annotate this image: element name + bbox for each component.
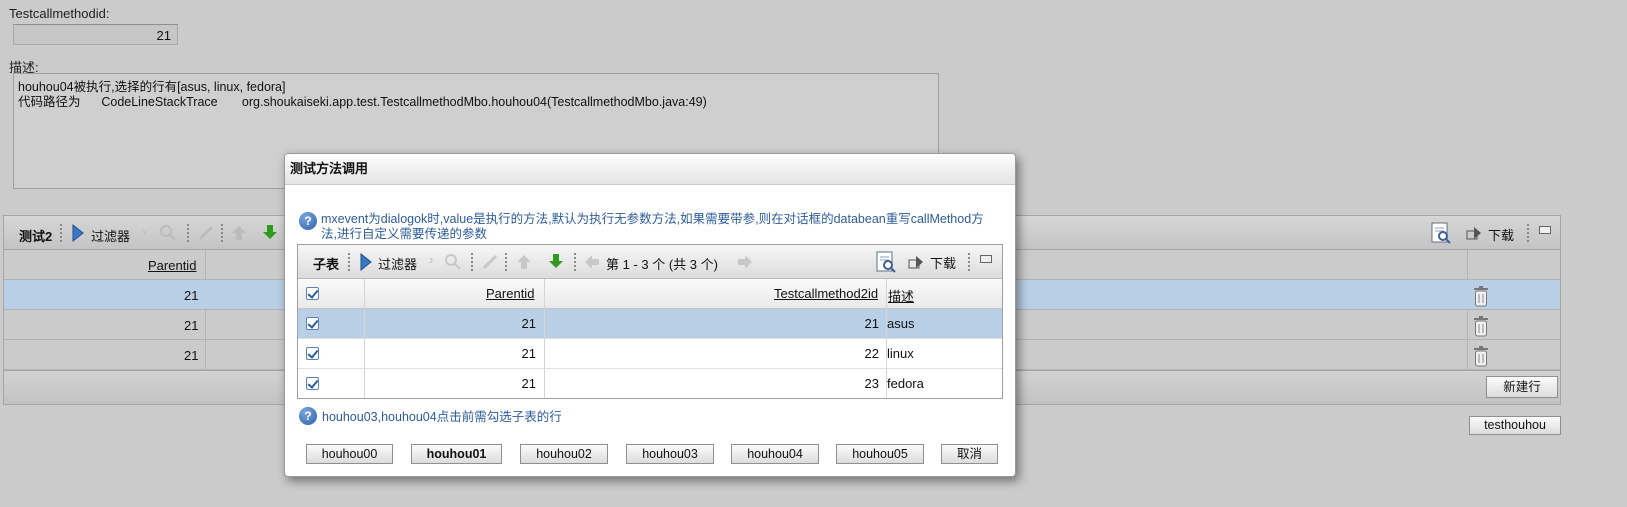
chevron-right-icon: › (429, 252, 434, 267)
download-icon[interactable] (908, 254, 924, 273)
arrow-up-icon (515, 253, 533, 274)
column-header-parentid[interactable]: Parentid (486, 286, 534, 301)
chevron-right-icon: › (142, 224, 147, 239)
background-table-title: 测试2 (19, 229, 53, 244)
table-row[interactable]: 21 23 fedora (298, 369, 1002, 399)
testhouhou-button[interactable]: testhouhou (1469, 416, 1561, 435)
search-icon (444, 253, 462, 274)
download-button[interactable]: 下载 (1488, 225, 1514, 244)
table-row[interactable]: 21 21 asus (298, 309, 1002, 339)
new-row-button[interactable]: 新建行 (1486, 376, 1558, 398)
paging-info: 第 1 - 3 个 (共 3 个) (606, 257, 718, 272)
houhou05-button[interactable]: houhou05 (836, 444, 924, 464)
export-icon[interactable] (874, 250, 898, 277)
testcallmethodid-field[interactable]: 21 (13, 24, 178, 45)
row-parentid: 21 (184, 288, 199, 303)
select-all-checkbox[interactable] (306, 287, 319, 300)
download-button[interactable]: 下载 (930, 253, 956, 272)
houhou04-button[interactable]: houhou04 (731, 444, 819, 464)
houhou03-button[interactable]: houhou03 (626, 444, 714, 464)
help-icon: ? (299, 212, 317, 230)
testcallmethodid-label: Testcallmethodid: (9, 6, 110, 21)
filter-icon[interactable] (360, 252, 372, 274)
previous-page-icon (583, 253, 601, 274)
filter-button[interactable]: 过滤器 (91, 226, 130, 245)
filter-button[interactable]: 过滤器 (378, 254, 417, 273)
table-row[interactable]: 21 22 linux (298, 339, 1002, 369)
delete-row-icon[interactable] (1472, 315, 1490, 337)
row-description: linux (887, 346, 914, 361)
row-testcallmethod2id: 21 (864, 316, 879, 331)
dialog-note: houhou03,houhou04点击前需勾选子表的行 (322, 410, 562, 424)
houhou02-button[interactable]: houhou02 (520, 444, 608, 464)
column-header-parentid[interactable]: Parentid (148, 258, 196, 273)
test-method-dialog: 测试方法调用 ? mxevent为dialogok时,value是执行的方法,默… (284, 153, 1016, 477)
child-table: 子表 过滤器 › 第 1 - 3 个 (共 3 个) 下载 Parentid T… (297, 244, 1003, 399)
child-table-title: 子表 (313, 257, 340, 272)
download-icon[interactable] (1466, 225, 1482, 244)
cancel-button[interactable]: 取消 (941, 444, 998, 464)
column-header-testcallmethod2id[interactable]: Testcallmethod2id (774, 286, 878, 301)
row-description: fedora (887, 376, 924, 391)
next-page-icon (736, 253, 754, 274)
arrow-up-icon (230, 224, 248, 245)
description-line-2: 代码路径为 CodeLineStackTrace org.shoukaiseki… (18, 95, 707, 109)
edit-icon (481, 253, 499, 274)
minimize-icon[interactable] (980, 255, 992, 263)
column-header-description[interactable]: 描述 (888, 286, 914, 305)
help-icon: ? (299, 407, 317, 425)
filter-icon[interactable] (72, 223, 84, 245)
arrow-down-icon[interactable] (547, 252, 565, 273)
houhou01-button[interactable]: houhou01 (411, 444, 502, 464)
delete-row-icon[interactable] (1472, 285, 1490, 307)
child-table-header: Parentid Testcallmethod2id 描述 (298, 279, 1002, 309)
row-testcallmethod2id: 22 (864, 346, 879, 361)
row-parentid: 21 (184, 318, 199, 333)
row-description: asus (887, 316, 915, 331)
dialog-info-line-2: 法,进行自定义需要传递的参数 (321, 227, 487, 241)
minimize-icon[interactable] (1539, 226, 1551, 234)
child-table-toolbar: 子表 过滤器 › 第 1 - 3 个 (共 3 个) 下载 (298, 245, 1002, 279)
delete-row-icon[interactable] (1472, 345, 1490, 367)
dialog-info: mxevent为dialogok时,value是执行的方法,默认为执行无参数方法… (321, 212, 1011, 242)
arrow-down-icon[interactable] (261, 223, 279, 244)
description-line-1: houhou04被执行,选择的行有[asus, linux, fedora] (18, 80, 286, 94)
houhou00-button[interactable]: houhou00 (306, 444, 393, 464)
search-icon (159, 224, 177, 245)
export-icon[interactable] (1429, 221, 1453, 248)
row-parentid: 21 (184, 348, 199, 363)
dialog-title: 测试方法调用 (285, 154, 1015, 185)
row-testcallmethod2id: 23 (864, 376, 879, 391)
dialog-info-line-1: mxevent为dialogok时,value是执行的方法,默认为执行无参数方法… (321, 212, 984, 226)
edit-icon (197, 224, 215, 245)
